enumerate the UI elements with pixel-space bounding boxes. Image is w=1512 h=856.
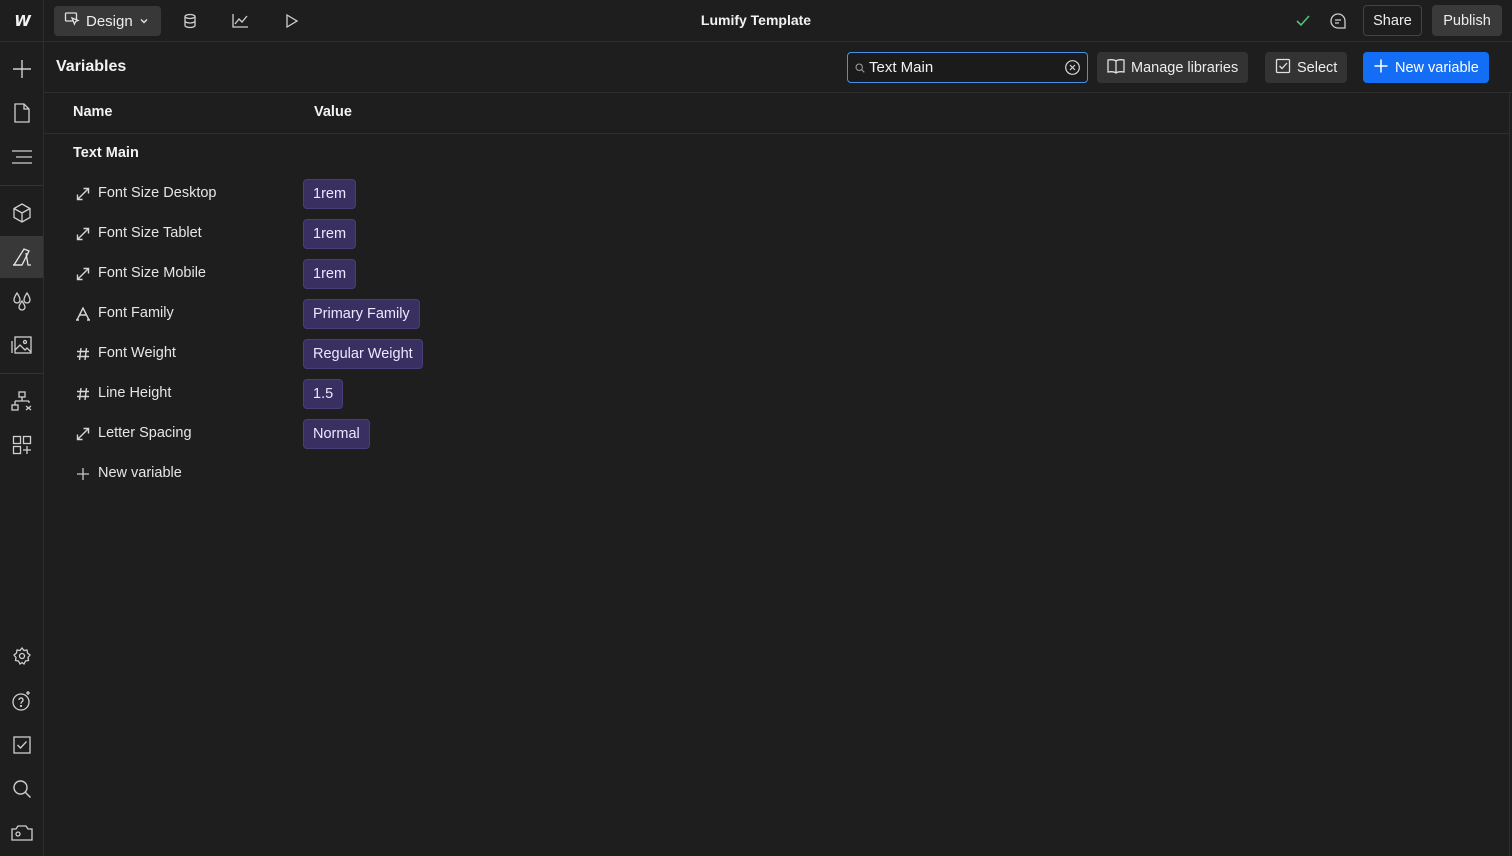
settings-icon[interactable] <box>0 636 43 678</box>
column-header-value: Value <box>314 104 352 120</box>
variable-name: Letter Spacing <box>98 425 192 441</box>
variable-value-chip[interactable]: 1rem <box>303 259 357 289</box>
table-row[interactable]: Line Height 1.5 <box>44 374 1509 414</box>
comments-icon[interactable] <box>1328 11 1348 31</box>
panel-title: Variables <box>56 58 127 75</box>
preview-play-icon[interactable] <box>281 11 301 31</box>
size-icon <box>75 426 91 442</box>
search-input[interactable] <box>869 54 1057 81</box>
clear-search-icon[interactable] <box>1064 59 1081 76</box>
variable-name: Font Size Tablet <box>98 225 202 241</box>
select-button[interactable]: Select <box>1265 52 1348 83</box>
audit-checklist-icon[interactable] <box>0 724 43 766</box>
components-icon[interactable] <box>0 192 43 234</box>
size-icon <box>75 186 91 202</box>
table-row[interactable]: Font Size Desktop 1rem <box>44 174 1509 214</box>
table-row[interactable]: Font Family Primary Family <box>44 294 1509 334</box>
help-ai-icon[interactable] <box>0 680 43 722</box>
cms-database-icon[interactable] <box>180 11 200 31</box>
styles-icon[interactable] <box>0 280 43 322</box>
select-label: Select <box>1297 59 1338 76</box>
variable-group-name: Text Main <box>73 145 139 161</box>
variable-name: Font Weight <box>98 345 176 361</box>
variable-value-chip[interactable]: Primary Family <box>303 299 420 329</box>
table-row[interactable]: Font Size Mobile 1rem <box>44 254 1509 294</box>
variable-name: Font Family <box>98 305 174 321</box>
search-field[interactable] <box>847 52 1088 83</box>
number-icon <box>75 386 91 402</box>
mode-label: Design <box>86 12 133 30</box>
add-icon[interactable] <box>0 48 43 90</box>
share-button[interactable]: Share <box>1363 5 1422 36</box>
variable-name: Line Height <box>98 385 172 401</box>
search-icon <box>855 62 865 73</box>
manage-libraries-label: Manage libraries <box>1131 59 1239 76</box>
variable-value-chip[interactable]: 1rem <box>303 219 357 249</box>
size-icon <box>75 266 91 282</box>
pages-icon[interactable] <box>0 92 43 134</box>
number-icon <box>75 346 91 362</box>
plus-icon <box>1373 58 1389 78</box>
top-bar: W Design Lumify Template Share Publish <box>0 0 1512 42</box>
analytics-icon[interactable] <box>230 11 250 31</box>
plus-icon <box>75 466 91 482</box>
checkbox-icon <box>1275 58 1291 78</box>
new-variable-row-label: New variable <box>98 465 182 481</box>
variable-value-chip[interactable]: Regular Weight <box>303 339 423 369</box>
variable-name: Font Size Mobile <box>98 265 206 281</box>
variable-name: Font Size Desktop <box>98 185 217 201</box>
variable-value-chip[interactable]: 1rem <box>303 179 357 209</box>
variable-value-chip[interactable]: 1.5 <box>303 379 344 409</box>
saved-check-icon <box>1293 11 1313 31</box>
apps-icon[interactable] <box>0 424 43 466</box>
design-mode-dropdown[interactable]: Design <box>54 6 161 36</box>
book-icon <box>1107 58 1125 78</box>
divider <box>1509 93 1510 856</box>
search-icon[interactable] <box>0 768 43 810</box>
webflow-logo-button[interactable]: W <box>0 0 44 42</box>
table-row[interactable]: Font Size Tablet 1rem <box>44 214 1509 254</box>
assets-icon[interactable] <box>0 324 43 366</box>
variable-value-chip[interactable]: Normal <box>303 419 370 449</box>
design-cursor-icon <box>64 11 80 31</box>
table-row[interactable]: Font Weight Regular Weight <box>44 334 1509 374</box>
webflow-logo: W <box>14 12 30 30</box>
manage-libraries-button[interactable]: Manage libraries <box>1097 52 1249 83</box>
new-variable-label: New variable <box>1395 59 1479 76</box>
variables-panel-header: Variables Manage libraries Select New va… <box>44 42 1512 93</box>
divider <box>44 133 1509 134</box>
new-variable-button[interactable]: New variable <box>1363 52 1489 83</box>
left-rail <box>0 42 44 856</box>
navigator-icon[interactable] <box>0 136 43 178</box>
size-icon <box>75 226 91 242</box>
logic-icon[interactable] <box>0 380 43 422</box>
column-header-name: Name <box>73 104 113 120</box>
app-title: Lumify Template <box>700 12 812 28</box>
new-variable-row[interactable]: New variable <box>44 454 344 494</box>
variables-icon[interactable] <box>0 236 43 278</box>
publish-button[interactable]: Publish <box>1432 5 1502 36</box>
chevron-down-icon <box>139 13 149 30</box>
table-row[interactable]: Letter Spacing Normal <box>44 414 1509 454</box>
font-family-icon <box>75 306 91 322</box>
video-tutorials-icon[interactable] <box>0 812 43 854</box>
